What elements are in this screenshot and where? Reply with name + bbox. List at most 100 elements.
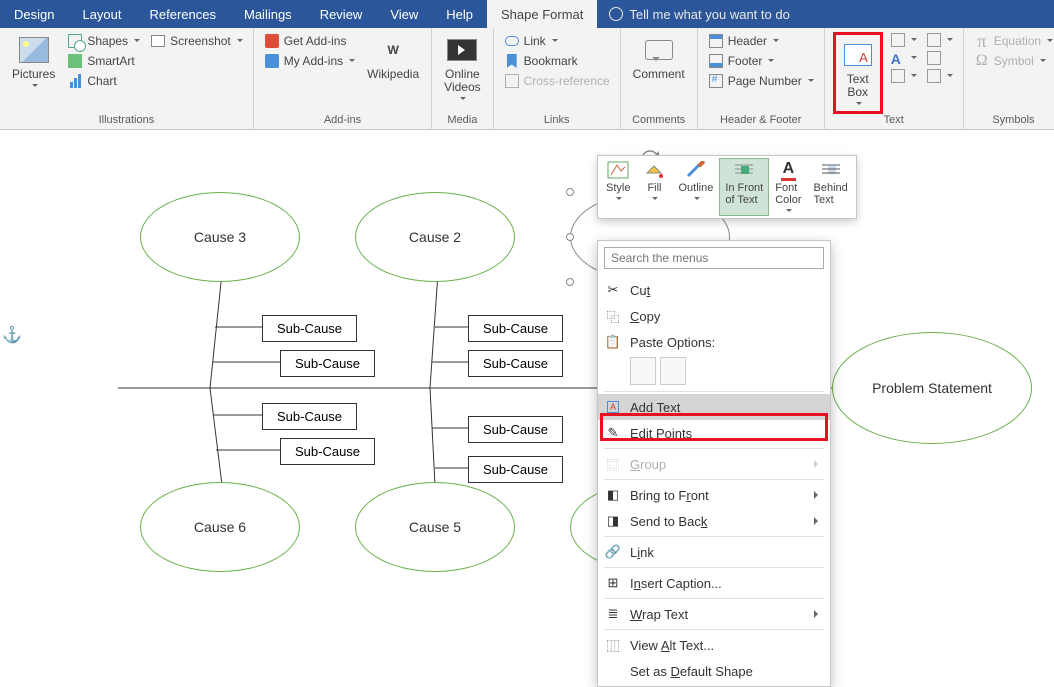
store-icon <box>265 34 279 48</box>
in-front-of-text-button[interactable]: In Front of Text <box>719 158 769 216</box>
footer-button[interactable]: Footer <box>706 52 816 70</box>
menu-edit-points[interactable]: ✎Edit Points <box>598 420 830 446</box>
tell-me-search[interactable]: Tell me what you want to do <box>597 0 801 28</box>
hyperlink-icon: 🔗 <box>604 543 622 561</box>
tab-help[interactable]: Help <box>432 0 487 28</box>
wrap-text-icon: ≣ <box>604 605 622 623</box>
outline-button[interactable]: Outline <box>672 158 719 216</box>
tab-layout[interactable]: Layout <box>68 0 135 28</box>
sub-cause-box[interactable]: Sub-Cause <box>468 416 563 443</box>
fill-button[interactable]: Fill <box>636 158 672 216</box>
text-box-button[interactable]: Text Box <box>838 37 878 109</box>
video-icon <box>447 39 477 61</box>
tab-view[interactable]: View <box>376 0 432 28</box>
cause-6-node[interactable]: Cause 6 <box>140 482 300 572</box>
group-label-text: Text <box>833 112 955 129</box>
bookmark-label: Bookmark <box>524 54 578 68</box>
menu-add-text[interactable]: AAdd Text <box>598 394 830 420</box>
comment-icon <box>645 40 673 60</box>
menu-cut-label: Cut <box>630 283 650 298</box>
font-color-button[interactable]: AFont Color <box>769 158 807 216</box>
document-canvas[interactable]: ⚓ Cause 3 Cause 2 Cause 6 Cause 5 Proble… <box>0 130 1054 617</box>
problem-statement-node[interactable]: Problem Statement <box>832 332 1032 444</box>
problem-statement-label: Problem Statement <box>872 380 992 396</box>
behind-text-button[interactable]: Behind Text <box>808 158 854 216</box>
outline-label: Outline <box>678 182 713 194</box>
sub-cause-box[interactable]: Sub-Cause <box>468 350 563 377</box>
screenshot-button[interactable]: Screenshot <box>148 32 245 50</box>
group-symbols: πEquation ΩSymbol Symbols <box>964 28 1054 129</box>
my-addins-button[interactable]: My Add-ins <box>262 52 357 70</box>
drop-cap-button[interactable] <box>889 68 919 84</box>
wordart-button[interactable]: A <box>889 50 919 66</box>
cut-icon: ✂ <box>604 281 622 299</box>
header-icon <box>709 34 723 48</box>
sub-cause-box[interactable]: Sub-Cause <box>468 456 563 483</box>
get-addins-button[interactable]: Get Add-ins <box>262 32 357 50</box>
selection-handle[interactable] <box>566 233 574 241</box>
link-button[interactable]: Link <box>502 32 612 50</box>
header-label: Header <box>728 34 767 48</box>
selection-handle[interactable] <box>566 188 574 196</box>
sub-cause-box[interactable]: Sub-Cause <box>262 315 357 342</box>
group-icon: ⿴ <box>604 455 622 473</box>
date-time-button[interactable] <box>925 50 955 66</box>
menu-search-input[interactable] <box>604 247 824 269</box>
menu-view-alt-text[interactable]: ⿲View Alt Text... <box>598 632 830 658</box>
tab-shape-format[interactable]: Shape Format <box>487 0 597 28</box>
menu-wrap-text[interactable]: ≣Wrap Text <box>598 601 830 627</box>
ribbon-tabs: Design Layout References Mailings Review… <box>0 0 1054 28</box>
screenshot-label: Screenshot <box>170 34 231 48</box>
online-videos-button[interactable]: Online Videos <box>440 32 484 104</box>
object-button[interactable] <box>925 68 955 84</box>
tab-review[interactable]: Review <box>306 0 377 28</box>
style-label: Style <box>606 182 630 194</box>
online-videos-label: Online Videos <box>444 68 480 94</box>
bookmark-button[interactable]: Bookmark <box>502 52 612 70</box>
page-number-button[interactable]: Page Number <box>706 72 816 90</box>
cause-2-node[interactable]: Cause 2 <box>355 192 515 282</box>
sub-cause-box[interactable]: Sub-Cause <box>280 350 375 377</box>
selection-handle[interactable] <box>566 278 574 286</box>
tab-references[interactable]: References <box>136 0 230 28</box>
paste-option-picture[interactable] <box>660 357 686 385</box>
shapes-label: Shapes <box>87 34 128 48</box>
tab-design[interactable]: Design <box>0 0 68 28</box>
equation-label: Equation <box>994 34 1041 48</box>
caption-icon: ⊞ <box>604 574 622 592</box>
date-time-icon <box>927 51 941 65</box>
chart-button[interactable]: Chart <box>65 72 142 90</box>
cause-3-node[interactable]: Cause 3 <box>140 192 300 282</box>
link-label: Link <box>524 34 546 48</box>
sub-cause-box[interactable]: Sub-Cause <box>280 438 375 465</box>
menu-set-default-shape[interactable]: Set as Default Shape <box>598 658 830 684</box>
my-addins-label: My Add-ins <box>284 54 343 68</box>
signature-line-button[interactable] <box>925 32 955 48</box>
menu-bring-to-front[interactable]: ◧Bring to Front <box>598 482 830 508</box>
paste-option-keep-source[interactable] <box>630 357 656 385</box>
cause-5-node[interactable]: Cause 5 <box>355 482 515 572</box>
tab-mailings[interactable]: Mailings <box>230 0 306 28</box>
cause-5-label: Cause 5 <box>409 519 461 535</box>
wrap-front-icon <box>733 161 755 179</box>
sub-cause-box[interactable]: Sub-Cause <box>468 315 563 342</box>
menu-link[interactable]: 🔗Link <box>598 539 830 565</box>
group-comments: Comment Comments <box>621 28 698 129</box>
menu-cut[interactable]: ✂ Cut <box>598 277 830 303</box>
wikipedia-button[interactable]: W Wikipedia <box>363 32 423 83</box>
tell-me-label: Tell me what you want to do <box>629 7 789 22</box>
style-button[interactable]: Style <box>600 158 636 216</box>
sub-cause-label: Sub-Cause <box>483 321 548 336</box>
comment-button[interactable]: Comment <box>629 32 689 83</box>
quick-parts-button[interactable] <box>889 32 919 48</box>
menu-send-to-back[interactable]: ◨Send to Back <box>598 508 830 534</box>
menu-separator <box>604 448 824 449</box>
sub-cause-box[interactable]: Sub-Cause <box>262 403 357 430</box>
header-button[interactable]: Header <box>706 32 816 50</box>
shapes-button[interactable]: Shapes <box>65 32 142 50</box>
smartart-button[interactable]: SmartArt <box>65 52 142 70</box>
menu-copy[interactable]: ⿻Copy <box>598 303 830 329</box>
pictures-button[interactable]: Pictures <box>8 32 59 91</box>
chart-label: Chart <box>87 74 116 88</box>
menu-insert-caption[interactable]: ⊞Insert Caption... <box>598 570 830 596</box>
